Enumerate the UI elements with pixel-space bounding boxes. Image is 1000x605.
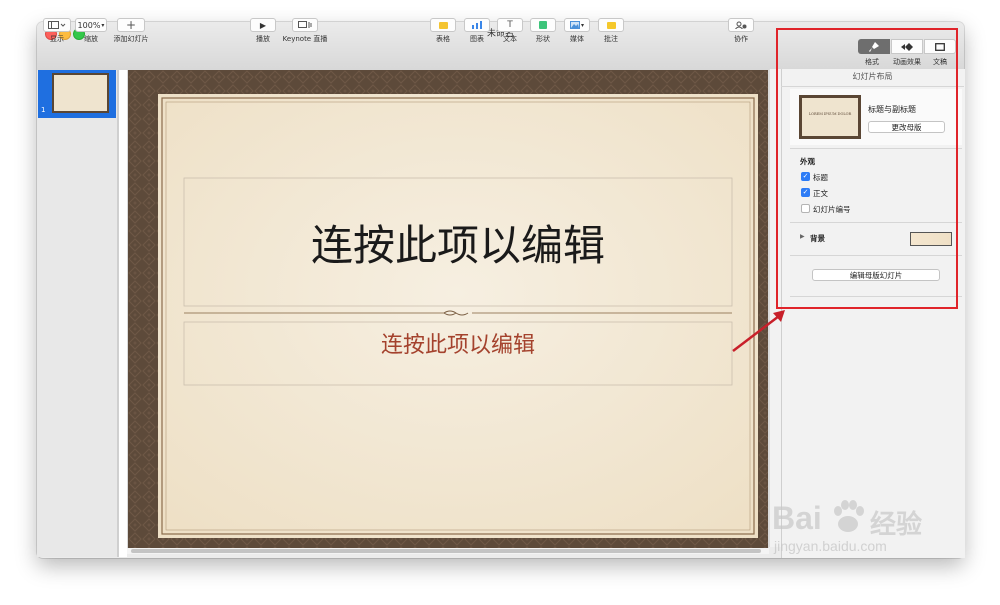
baidu-jingyan-watermark: Bai 经验 jingyan.baidu.com bbox=[772, 498, 922, 554]
shape-button[interactable]: 形状 bbox=[529, 18, 557, 44]
view-menu-button[interactable]: 显示 bbox=[42, 18, 72, 44]
play-icon: ▶ bbox=[259, 20, 267, 30]
media-icon bbox=[569, 21, 580, 29]
keynote-live-icon bbox=[298, 21, 312, 28]
chevron-down-icon: ▾ bbox=[101, 21, 105, 29]
add-slide-button[interactable]: + 添加幻灯片 bbox=[112, 18, 150, 44]
table-button[interactable]: 表格 bbox=[429, 18, 457, 44]
comment-button[interactable]: 批注 bbox=[597, 18, 625, 44]
chart-icon bbox=[472, 21, 482, 29]
plus-icon: + bbox=[117, 18, 145, 32]
collaborate-button[interactable]: 协作 bbox=[727, 18, 755, 44]
horizontal-scrollbar[interactable] bbox=[127, 548, 769, 554]
add-slide-label: 添加幻灯片 bbox=[113, 35, 149, 43]
view-label: 显示 bbox=[50, 35, 64, 43]
paw-icon bbox=[834, 500, 864, 532]
play-button[interactable]: ▶ 播放 bbox=[249, 18, 277, 44]
collaborate-icon bbox=[735, 21, 747, 29]
text-label: 文本 bbox=[503, 35, 517, 43]
keynote-live-button[interactable]: Keynote 直播 bbox=[280, 18, 330, 44]
collaborate-label: 协作 bbox=[734, 35, 748, 43]
chart-button[interactable]: 图表 bbox=[463, 18, 491, 44]
slide-navigator bbox=[37, 70, 118, 557]
text-icon: T bbox=[507, 20, 513, 30]
slide-background bbox=[128, 70, 768, 548]
zoom-value: 100% bbox=[77, 20, 101, 30]
horizontal-scroll-thumb[interactable] bbox=[131, 549, 761, 553]
slide-subtitle-placeholder[interactable]: 连按此项以编辑 bbox=[184, 322, 732, 364]
chevron-down-icon: ▾ bbox=[580, 21, 584, 29]
zoom-menu-button[interactable]: 100% ▾ 缩放 bbox=[74, 18, 108, 44]
chart-label: 图表 bbox=[470, 35, 484, 43]
slide-title-placeholder[interactable]: 连按此项以编辑 bbox=[184, 178, 732, 306]
text-button[interactable]: T 文本 bbox=[496, 18, 524, 44]
media-label: 媒体 bbox=[570, 35, 584, 43]
comment-icon bbox=[606, 21, 616, 29]
sidebar-icon bbox=[48, 21, 66, 29]
play-label: 播放 bbox=[256, 35, 270, 43]
table-label: 表格 bbox=[436, 35, 450, 43]
annotation-arrow bbox=[732, 310, 785, 352]
comment-label: 批注 bbox=[604, 35, 618, 43]
shape-label: 形状 bbox=[536, 35, 550, 43]
slide-number: 1 bbox=[41, 106, 46, 114]
zoom-label: 缩放 bbox=[84, 35, 98, 43]
shape-icon bbox=[539, 21, 547, 29]
watermark-brand-right: 经验 bbox=[870, 510, 923, 540]
keynote-live-label: Keynote 直播 bbox=[282, 35, 328, 43]
slide-thumbnail-1[interactable]: 1 bbox=[38, 70, 116, 118]
slide[interactable]: 连按此项以编辑 连按此项以编辑 bbox=[128, 70, 768, 548]
watermark-brand-left: Bai bbox=[772, 500, 822, 536]
slide-thumbnail-image bbox=[52, 73, 109, 113]
navigator-divider bbox=[118, 70, 127, 557]
highlight-box-annotation bbox=[776, 28, 958, 309]
media-button[interactable]: ▾ 媒体 bbox=[563, 18, 591, 44]
table-icon bbox=[438, 21, 448, 29]
